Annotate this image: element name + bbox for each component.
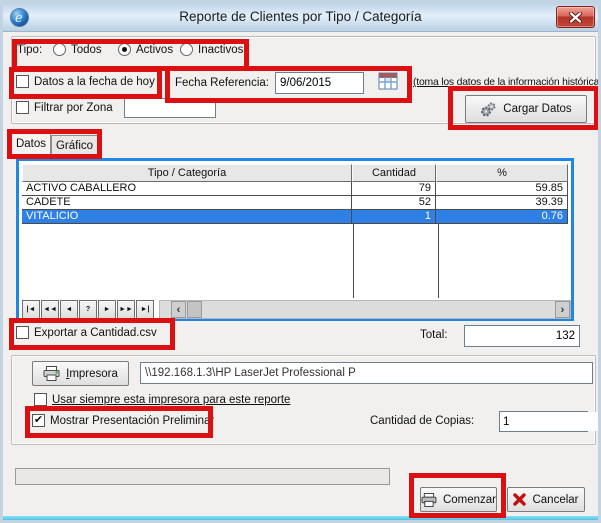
- nav-help-button[interactable]: ?: [79, 300, 97, 319]
- exportar-csv-checkbox[interactable]: [16, 326, 29, 339]
- nav-first-button[interactable]: |◄: [22, 300, 40, 319]
- cell-pct: 59.85: [436, 182, 568, 196]
- radio-inactivos[interactable]: Inactivos: [180, 43, 243, 56]
- cell-cantidad: 1: [352, 210, 436, 224]
- impresora-button[interactable]: Impresora: [32, 361, 129, 386]
- grid-header-row: Tipo / Categoría Cantidad %: [22, 164, 568, 182]
- tab-grafico[interactable]: Gráfico: [51, 135, 98, 157]
- printer-path-field[interactable]: [140, 362, 593, 384]
- radio-activos-label: Activos: [136, 44, 173, 56]
- nav-next-button[interactable]: ►: [98, 300, 116, 319]
- copias-label: Cantidad de Copias:: [370, 415, 474, 427]
- nota-historica-label: (toma los datos de la información histór…: [413, 77, 601, 88]
- cancelar-button[interactable]: Cancelar: [507, 487, 585, 512]
- zona-input[interactable]: [124, 98, 216, 118]
- printer-icon: [43, 366, 60, 381]
- radio-icon: [53, 43, 66, 56]
- copias-input[interactable]: [500, 412, 601, 431]
- tab-datos[interactable]: Datos: [11, 132, 51, 157]
- scroll-left-arrow[interactable]: ‹: [171, 301, 186, 318]
- scroll-right-arrow[interactable]: ›: [555, 301, 570, 318]
- window-bottom-edge: [3, 516, 598, 520]
- record-navigator: |◄ ◄◄ ◄ ? ► ►► ►|: [22, 300, 154, 319]
- nav-prev-button[interactable]: ◄: [60, 300, 78, 319]
- exportar-csv-label: Exportar a Cantidad.csv: [34, 327, 157, 339]
- comenzar-label: Comenzar: [443, 494, 496, 506]
- radio-inactivos-label: Inactivos: [198, 44, 243, 56]
- checkmark-icon: ✔: [34, 414, 43, 426]
- tab-grafico-label: Gráfico: [56, 140, 93, 152]
- comenzar-button[interactable]: Comenzar: [420, 487, 497, 512]
- nav-last-button[interactable]: ►|: [136, 300, 154, 319]
- column-header-tipo[interactable]: Tipo / Categoría: [22, 164, 352, 182]
- radio-icon: [180, 43, 193, 56]
- total-value-field: [464, 325, 580, 347]
- column-header-pct[interactable]: %: [436, 164, 568, 182]
- scroll-thumb[interactable]: [187, 301, 202, 318]
- red-x-icon: [513, 493, 526, 506]
- cell-pct: 0.76: [436, 210, 568, 224]
- impresora-label: Impresora: [66, 368, 118, 380]
- dialog-window: e Reporte de Clientes por Tipo / Categor…: [0, 0, 601, 523]
- cell-cantidad: 79: [352, 182, 436, 196]
- filtrar-zona-label: Filtrar por Zona: [34, 102, 113, 114]
- table-row[interactable]: CADETE 52 39.39: [22, 196, 568, 210]
- cell-pct: 39.39: [436, 196, 568, 210]
- grid-horizontal-scrollbar[interactable]: ‹ ›: [159, 300, 571, 319]
- fecha-referencia-label: Fecha Referencia:: [175, 77, 269, 89]
- cell-cantidad: 52: [352, 196, 436, 210]
- cell-tipo: VITALICIO: [22, 210, 352, 224]
- cargar-datos-label: Cargar Datos: [503, 103, 571, 115]
- cargar-datos-button[interactable]: Cargar Datos: [465, 95, 587, 123]
- fecha-hoy-label: Datos a la fecha de hoy: [34, 76, 155, 88]
- gears-icon: [480, 101, 497, 118]
- dialog-title: Reporte de Clientes por Tipo / Categoría: [3, 3, 598, 32]
- usar-siempre-checkbox[interactable]: [34, 393, 47, 406]
- table-row[interactable]: ACTIVO CABALLERO 79 59.85: [22, 182, 568, 196]
- cell-tipo: ACTIVO CABALLERO: [22, 182, 352, 196]
- cancelar-label: Cancelar: [532, 494, 578, 506]
- preview-checkbox[interactable]: ✔: [32, 414, 45, 427]
- title-bar: e Reporte de Clientes por Tipo / Categor…: [3, 3, 598, 32]
- cell-tipo: CADETE: [22, 196, 352, 210]
- radio-todos-label: Todos: [71, 44, 102, 56]
- table-row-selected[interactable]: VITALICIO 1 0.76: [22, 210, 568, 224]
- total-label: Total:: [420, 329, 448, 341]
- fecha-referencia-input[interactable]: [275, 72, 364, 94]
- grid-column-line: [353, 224, 354, 298]
- nav-fastback-button[interactable]: ◄◄: [41, 300, 59, 319]
- copias-spinner: ▲ ▼: [499, 411, 588, 432]
- preview-label: Mostrar Presentación Preliminar: [50, 415, 214, 427]
- printer-icon: [421, 493, 437, 507]
- grid-panel: Tipo / Categoría Cantidad % ACTIVO CABAL…: [16, 158, 574, 321]
- progress-bar: [15, 468, 390, 485]
- filtrar-zona-checkbox[interactable]: [16, 101, 29, 114]
- nav-fastfwd-button[interactable]: ►►: [117, 300, 135, 319]
- calendar-icon[interactable]: [377, 70, 399, 92]
- radio-activos[interactable]: Activos: [118, 43, 173, 56]
- fecha-hoy-checkbox[interactable]: [16, 75, 29, 88]
- usar-siempre-label: Usar siempre esta impresora para este re…: [52, 394, 290, 406]
- close-button[interactable]: [556, 6, 595, 28]
- close-x-icon: [569, 12, 582, 23]
- tipo-label: Tipo:: [17, 44, 42, 56]
- column-header-cantidad[interactable]: Cantidad: [352, 164, 436, 182]
- tab-datos-label: Datos: [16, 138, 46, 150]
- radio-todos[interactable]: Todos: [53, 43, 102, 56]
- grid-column-line: [438, 224, 439, 298]
- radio-selected-icon: [118, 43, 131, 56]
